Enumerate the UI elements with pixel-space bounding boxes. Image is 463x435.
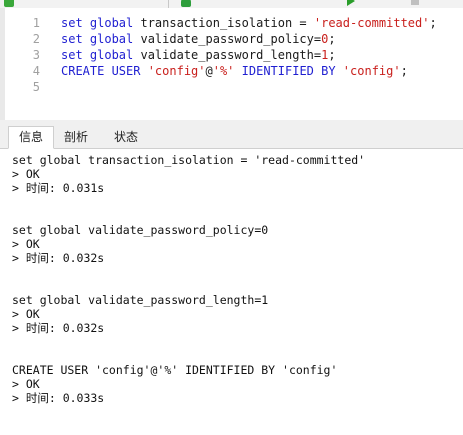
code-token: 'config' xyxy=(342,64,401,78)
code-token: ; xyxy=(429,16,437,30)
code-token: transaction_isolation = xyxy=(133,16,314,30)
code-token: validate_password_length= xyxy=(133,48,322,62)
code-token: set global xyxy=(61,48,134,62)
tab-profile[interactable]: 剖析 xyxy=(56,126,96,147)
editor-gutter-bar xyxy=(0,8,5,120)
line-number: 2 xyxy=(32,32,40,46)
result-tabs: 信息 剖析 状态 xyxy=(0,124,463,149)
connection-icon[interactable] xyxy=(4,0,14,7)
database-icon[interactable] xyxy=(181,0,191,7)
stop-icon[interactable] xyxy=(411,0,419,5)
code-text: set global validate_password_policy=0; xyxy=(61,31,336,47)
code-token: ; xyxy=(400,64,408,78)
code-token: @ xyxy=(205,64,213,78)
message-statement: set global validate_password_length=1 xyxy=(12,293,269,307)
line-number: 5 xyxy=(32,80,40,94)
message-status: > OK xyxy=(12,377,40,391)
code-token: ; xyxy=(328,48,336,62)
code-token: set global xyxy=(61,16,134,30)
toolbar-divider xyxy=(168,0,169,8)
message-status: > OK xyxy=(12,167,40,181)
code-token: 'read-committed' xyxy=(313,16,430,30)
code-token: validate_password_policy= xyxy=(133,32,322,46)
code-text: CREATE USER 'config'@'%' IDENTIFIED BY '… xyxy=(61,63,408,79)
code-token: set global xyxy=(61,32,134,46)
code-token: CREATE USER xyxy=(61,64,148,78)
message-status: > OK xyxy=(12,237,40,251)
sql-editor[interactable]: 1 set global transaction_isolation = 'rea… xyxy=(0,8,463,120)
toolbar xyxy=(0,0,463,8)
message-time: > 时间: 0.032s xyxy=(12,251,105,265)
line-number: 4 xyxy=(32,64,40,78)
tab-info[interactable]: 信息 xyxy=(8,126,54,149)
message-statement: set global transaction_isolation = 'read… xyxy=(12,153,366,167)
message-time: > 时间: 0.033s xyxy=(12,391,105,405)
message-time: > 时间: 0.032s xyxy=(12,321,105,335)
message-output: set global transaction_isolation = 'read… xyxy=(0,149,463,435)
run-icon[interactable] xyxy=(347,0,355,6)
code-text: set global validate_password_length=1; xyxy=(61,47,336,63)
code-text: set global transaction_isolation = 'read… xyxy=(61,15,437,31)
message-status: > OK xyxy=(12,307,40,321)
message-time: > 时间: 0.031s xyxy=(12,181,105,195)
message-statement: set global validate_password_policy=0 xyxy=(12,223,269,237)
message-statement: CREATE USER 'config'@'%' IDENTIFIED BY '… xyxy=(12,363,338,377)
line-number: 3 xyxy=(32,48,40,62)
tab-status[interactable]: 状态 xyxy=(104,126,148,147)
code-token: ; xyxy=(328,32,336,46)
code-token: 'config' xyxy=(147,64,206,78)
line-number: 1 xyxy=(32,16,40,30)
code-token: '%' xyxy=(212,64,235,78)
code-token: IDENTIFIED BY xyxy=(234,64,343,78)
